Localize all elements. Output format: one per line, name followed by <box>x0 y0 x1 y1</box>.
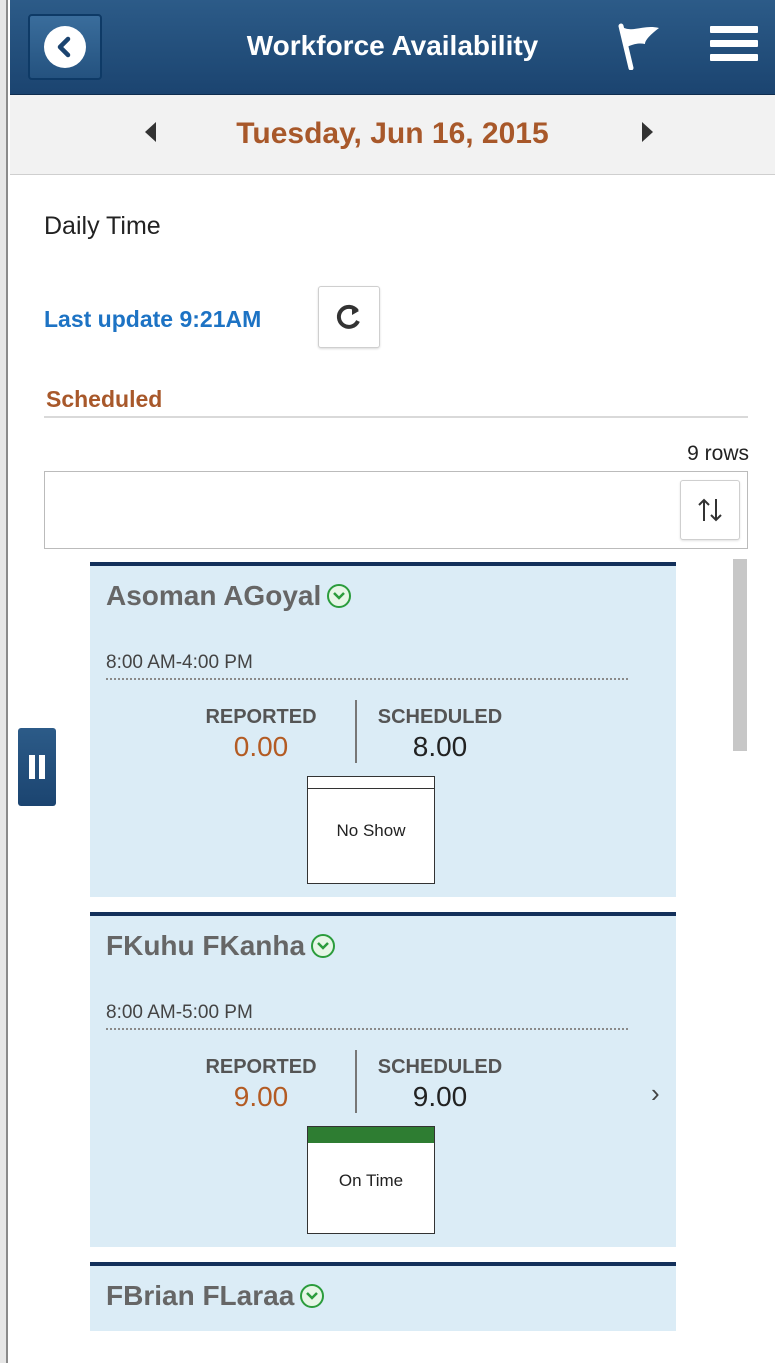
row-count: 9 rows <box>687 442 749 465</box>
sort-button[interactable] <box>680 480 740 540</box>
metric-divider <box>355 700 357 763</box>
app-frame: Workforce Availability Tuesday, Jun 16, … <box>0 0 775 1363</box>
chevron-down-icon[interactable] <box>327 584 352 608</box>
employee-name: FBrian FLaraa <box>106 1280 325 1312</box>
left-border <box>0 0 8 1363</box>
employee-name: Asoman AGoyal <box>106 580 352 612</box>
next-day-icon[interactable] <box>642 122 653 142</box>
reported-label: REPORTED <box>205 1056 317 1078</box>
scheduled-value: 9.00 <box>412 1081 468 1112</box>
scheduled-metric: SCHEDULED 8.00 <box>365 706 515 763</box>
shift-time: 8:00 AM-4:00 PM <box>106 652 253 673</box>
refresh-button[interactable] <box>318 286 380 348</box>
reported-metric: REPORTED 0.00 <box>186 706 336 763</box>
group-label: Scheduled <box>46 386 163 412</box>
dotted-divider <box>106 678 628 680</box>
reported-value: 0.00 <box>233 731 289 762</box>
refresh-icon <box>336 304 360 329</box>
scheduled-value: 8.00 <box>412 731 468 762</box>
current-date: Tuesday, Jun 16, 2015 <box>236 117 549 150</box>
status-text: On Time <box>338 1171 404 1190</box>
list-item[interactable]: Asoman AGoyal 8:00 AM-4:00 PM REPORTED 0… <box>90 562 676 897</box>
app-header: Workforce Availability <box>10 0 775 95</box>
dotted-divider <box>106 1028 628 1030</box>
last-update-link[interactable]: Last update 9:21AM <box>44 306 261 333</box>
scheduled-metric: SCHEDULED 9.00 <box>365 1056 515 1113</box>
scrollbar[interactable] <box>733 559 747 751</box>
list-item[interactable]: FKuhu FKanha 8:00 AM-5:00 PM REPORTED 9.… <box>90 912 676 1247</box>
list-item[interactable]: FBrian FLaraa <box>90 1262 676 1331</box>
section-title: Daily Time <box>44 212 161 240</box>
reported-value: 9.00 <box>233 1081 289 1112</box>
chevron-right-icon[interactable]: › <box>651 1078 660 1109</box>
hamburger-menu-icon[interactable] <box>710 26 758 64</box>
status-box: No Show <box>307 776 435 884</box>
chevron-down-icon[interactable] <box>311 934 336 958</box>
group-divider <box>44 416 748 418</box>
status-box: On Time <box>307 1126 435 1234</box>
employee-name-text: FKuhu FKanha <box>106 930 306 961</box>
employee-name: FKuhu FKanha <box>106 930 336 962</box>
metric-divider <box>355 1050 357 1113</box>
list-toolbar <box>44 471 748 549</box>
side-panel-toggle[interactable] <box>18 728 56 806</box>
flag-icon[interactable] <box>615 22 665 71</box>
status-strip <box>308 777 434 789</box>
shift-time: 8:00 AM-5:00 PM <box>106 1002 253 1023</box>
scheduled-label: SCHEDULED <box>377 1056 503 1078</box>
reported-label: REPORTED <box>205 706 317 728</box>
chevron-down-icon[interactable] <box>300 1284 325 1308</box>
scheduled-label: SCHEDULED <box>377 706 503 728</box>
status-strip <box>308 1127 434 1143</box>
employee-name-text: FBrian FLaraa <box>106 1280 295 1311</box>
employee-name-text: Asoman AGoyal <box>106 580 322 611</box>
date-navigation: Tuesday, Jun 16, 2015 <box>10 95 775 175</box>
reported-metric: REPORTED 9.00 <box>186 1056 336 1113</box>
sort-icon <box>698 498 722 522</box>
status-text: No Show <box>336 821 406 840</box>
